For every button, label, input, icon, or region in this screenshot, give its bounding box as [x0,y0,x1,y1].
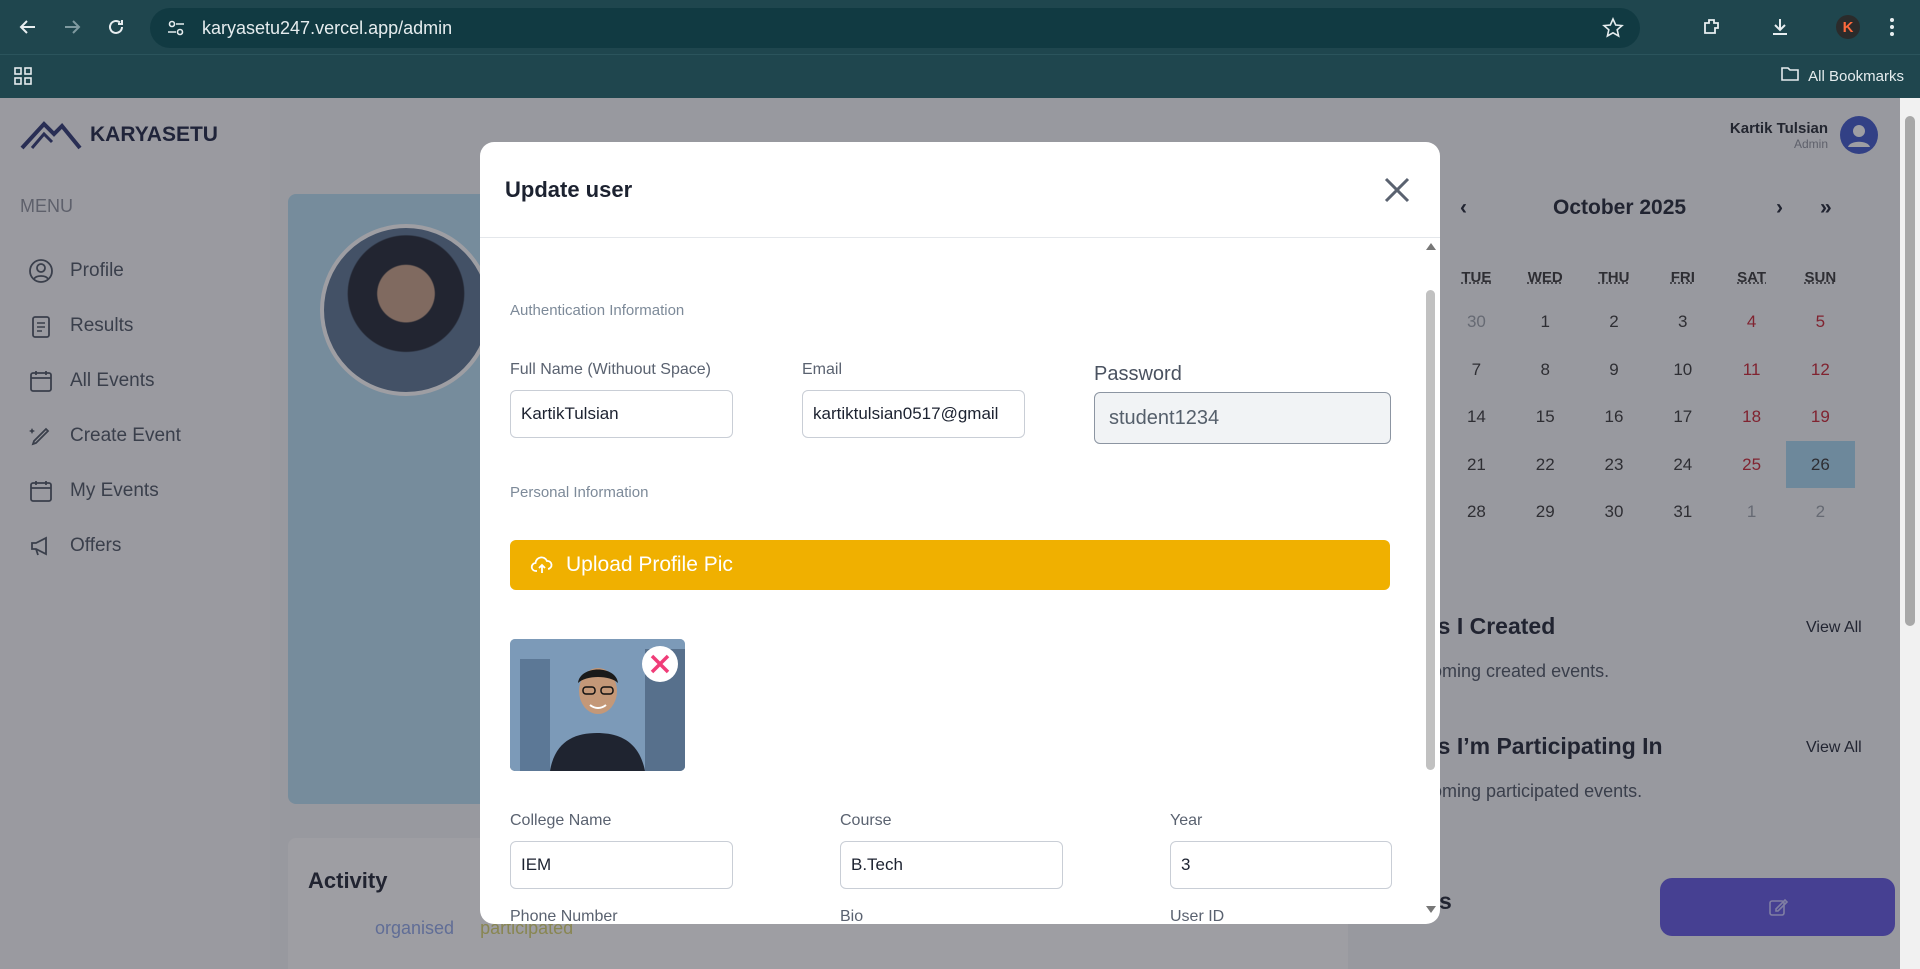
course-label: Course [840,812,892,829]
browser-toolbar: karyasetu247.vercel.app/admin K [0,0,1920,54]
horizontal-scrollbar[interactable] [270,949,1900,969]
kebab-menu-icon[interactable] [1874,9,1910,45]
modal-body[interactable]: Authentication Information Full Name (Wi… [480,238,1440,924]
auth-section-label: Authentication Information [510,302,685,319]
modal-scrollbar-thumb[interactable] [1426,290,1435,770]
password-label: Password [1094,363,1182,385]
close-icon [1384,177,1410,202]
scroll-up-icon[interactable] [1426,243,1436,250]
year-input[interactable]: 3 [1170,841,1392,889]
remove-pic-button[interactable] [642,646,678,682]
browser-profile-avatar[interactable]: K [1836,15,1860,39]
upload-label: Upload Profile Pic [566,553,733,576]
user-id-label: User ID [1170,908,1225,924]
page-scrollbar-thumb[interactable] [1905,116,1915,626]
modal-title: Update user [505,176,633,202]
email-input[interactable]: kartiktulsian0517@gmail [802,390,1025,438]
page-scrollbar[interactable] [1900,98,1920,969]
upload-profile-pic-button[interactable]: Upload Profile Pic [510,540,1390,590]
folder-icon [1780,65,1800,87]
email-label: Email [802,361,843,378]
modal-scrollbar[interactable] [1422,238,1440,924]
all-bookmarks[interactable]: All Bookmarks [1780,65,1904,87]
url-text: karyasetu247.vercel.app/admin [202,17,453,38]
modal-header: Update user [480,142,1440,238]
full-name-label: Full Name (Withuout Space) [510,361,711,378]
college-input[interactable]: IEM [510,841,733,889]
update-user-modal: Update user Authentication Information F… [480,142,1440,924]
remove-x-icon [650,654,670,674]
year-label: Year [1170,812,1203,829]
reload-icon[interactable] [98,9,134,45]
cloud-upload-icon [530,556,553,573]
password-input[interactable]: student1234 [1094,392,1391,444]
profile-pic-preview [510,639,685,771]
course-input[interactable]: B.Tech [840,841,1063,889]
full-name-input[interactable]: KartikTulsian [510,390,733,438]
scroll-down-icon[interactable] [1426,906,1436,913]
address-bar[interactable]: karyasetu247.vercel.app/admin [150,8,1640,48]
college-label: College Name [510,812,612,829]
all-bookmarks-label: All Bookmarks [1808,67,1904,85]
back-icon[interactable] [10,9,46,45]
download-icon[interactable] [1762,9,1798,45]
close-button[interactable] [1379,172,1415,208]
personal-section-label: Personal Information [510,484,649,501]
apps-grid-icon[interactable] [12,65,34,92]
site-settings-icon[interactable] [166,17,188,39]
bio-label: Bio [840,908,864,924]
forward-icon[interactable] [54,9,90,45]
bookmarks-bar: All Bookmarks [0,54,1920,98]
extensions-icon[interactable] [1694,9,1730,45]
star-icon[interactable] [1602,17,1624,44]
phone-label: Phone Number [510,908,618,924]
